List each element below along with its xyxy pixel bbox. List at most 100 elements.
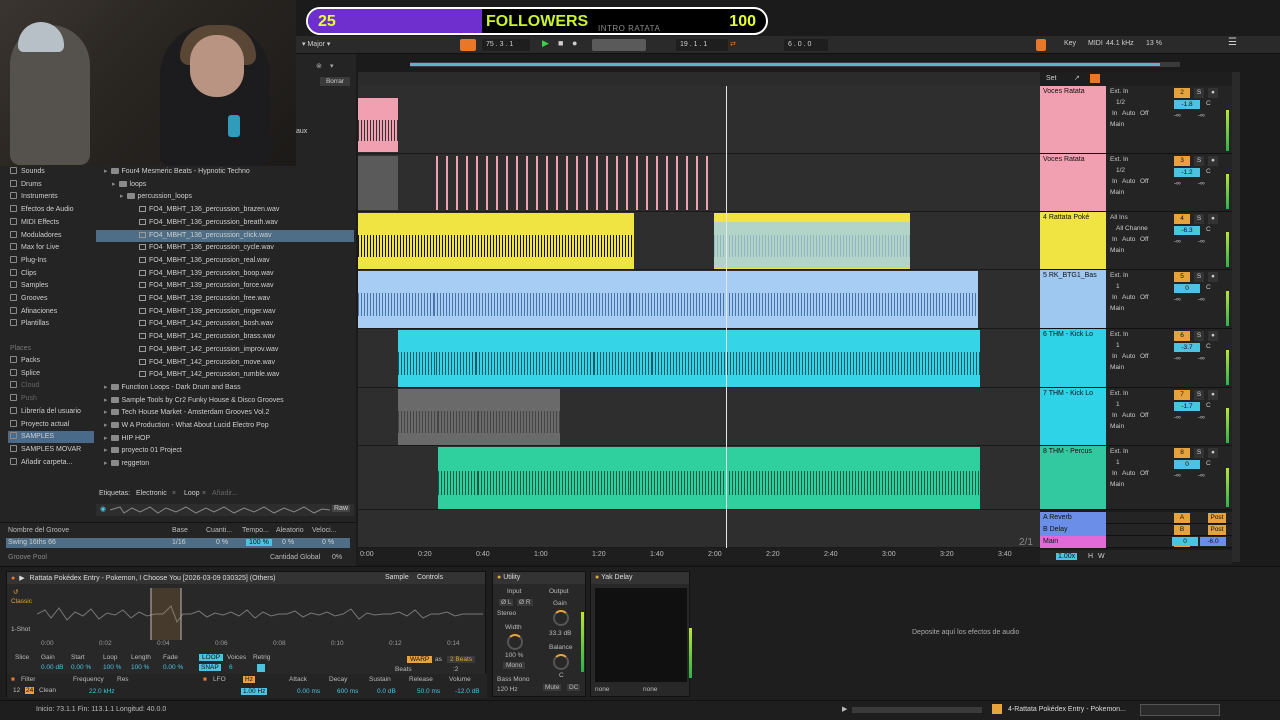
snap-toggle[interactable]: SNAP: [199, 664, 221, 671]
disclosure-icon[interactable]: ▸: [112, 181, 116, 188]
audio-clip[interactable]: THM - Percussion Loop 10 - 130 BPM: [654, 447, 980, 509]
place-item[interactable]: Push: [8, 393, 94, 405]
volume-value[interactable]: 0: [1174, 284, 1200, 293]
track-header[interactable]: 8 THM - Percus Ext. In 1 In Auto Off Main 8 S ● 0 C…: [1040, 446, 1232, 510]
track-activator[interactable]: 8: [1174, 448, 1190, 458]
category-item[interactable]: Grooves: [10, 293, 92, 305]
volume-value[interactable]: -6.3: [1174, 226, 1200, 235]
place-item[interactable]: Cloud: [8, 380, 94, 392]
beats-select[interactable]: 2 Beats: [447, 656, 476, 663]
midi-map-button[interactable]: MIDI: [1088, 40, 1103, 47]
file-item[interactable]: FO4_MBHT_139_percussion_force.wav: [96, 280, 354, 292]
voices-value[interactable]: 6: [229, 664, 233, 671]
solo-button[interactable]: S: [1194, 390, 1204, 400]
audio-clip[interactable]: THM - Percussion Loop 10 - 130 BPM: [478, 447, 630, 509]
file-item[interactable]: FO4_MBHT_142_percussion_bosh.wav: [96, 318, 354, 330]
output-routing[interactable]: Main: [1110, 364, 1124, 371]
volume-value[interactable]: -1.7: [1174, 402, 1200, 411]
track-name[interactable]: 6 THM - Kick Lo: [1040, 329, 1106, 387]
folder-item[interactable]: ▸ loops: [96, 179, 354, 191]
pan-value[interactable]: C: [1206, 402, 1211, 409]
folder-item[interactable]: ▸ Function Loops - Dark Drum and Bass: [96, 382, 354, 394]
post-toggle[interactable]: Post: [1208, 513, 1226, 523]
audio-clip[interactable]: THM - Kick Loop 19 - 130 BPM: [652, 330, 980, 387]
tag-loop[interactable]: Loop: [184, 490, 200, 497]
pan-value[interactable]: C: [1206, 226, 1211, 233]
input-type[interactable]: All Ins: [1110, 214, 1128, 221]
audio-clip[interactable]: THM: [630, 447, 654, 509]
audio-clip[interactable]: THM - Ki: [436, 330, 476, 387]
post-toggle[interactable]: Post: [1208, 525, 1226, 535]
file-item[interactable]: FO4_MBHT_136_percussion_real.wav: [96, 255, 354, 267]
classic-icon[interactable]: ↺: [13, 588, 18, 596]
track-name[interactable]: 7 THM - Kick Lo: [1040, 388, 1106, 445]
balance-knob[interactable]: [553, 654, 569, 670]
return-track-header[interactable]: Main1/20-6.0: [1040, 536, 1232, 548]
disclosure-icon[interactable]: ▸: [104, 422, 108, 429]
param-value[interactable]: 0.00 %: [71, 664, 91, 671]
audio-clip[interactable]: THM - Kick: [438, 389, 478, 445]
yak-option-1[interactable]: none: [595, 686, 609, 693]
groove-base[interactable]: 1/16: [172, 539, 186, 546]
track-activator[interactable]: 4: [1174, 214, 1190, 224]
send-a[interactable]: -∞: [1174, 296, 1181, 303]
track-lane[interactable]: [358, 510, 1040, 548]
solo-button[interactable]: S: [1194, 214, 1204, 224]
input-channel[interactable]: 1: [1116, 283, 1120, 290]
monitor-auto[interactable]: Auto: [1122, 470, 1135, 477]
send-b[interactable]: -∞: [1198, 180, 1205, 187]
disclosure-icon[interactable]: ▸: [104, 435, 108, 442]
main-level[interactable]: -6.0: [1200, 537, 1226, 546]
zoom-value[interactable]: 1.00x: [1056, 553, 1078, 560]
volume-value[interactable]: -12.0 dB: [455, 688, 480, 695]
volume-value[interactable]: -1.8: [1174, 100, 1200, 109]
record-button[interactable]: ●: [572, 38, 577, 48]
category-item[interactable]: Plantillas: [10, 318, 92, 330]
output-routing[interactable]: Main: [1110, 121, 1124, 128]
vertical-scrollbar[interactable]: [1232, 72, 1240, 562]
disclosure-icon[interactable]: ▸: [104, 447, 108, 454]
arm-button[interactable]: ●: [1208, 156, 1218, 166]
folder-item[interactable]: ▸ Sample Tools by Cr2 Funky House & Disco…: [96, 395, 354, 407]
file-item[interactable]: FO4_MBHT_142_percussion_rumble.wav: [96, 369, 354, 381]
return-activator[interactable]: B: [1174, 525, 1190, 535]
monitor-off[interactable]: Off: [1140, 178, 1149, 185]
volume-value[interactable]: 0: [1174, 460, 1200, 469]
send-b[interactable]: -∞: [1198, 238, 1205, 245]
solo-button[interactable]: S: [1194, 331, 1204, 341]
pan-value[interactable]: C: [1206, 168, 1211, 175]
frequency-value[interactable]: 22.0 kHz: [89, 688, 115, 695]
dc-button[interactable]: DC: [567, 684, 581, 691]
track-name[interactable]: 5 RK_BTG1_Bas: [1040, 270, 1106, 328]
automation-icon[interactable]: [1090, 74, 1100, 83]
folder-item[interactable]: ▸ Four4 Mesmeric Beats - Hypnotic Techno: [96, 166, 354, 178]
device-power-icon[interactable]: ●: [595, 574, 599, 581]
disclosure-icon[interactable]: ▸: [104, 409, 108, 416]
loop-switch-icon[interactable]: ⇄: [730, 40, 736, 48]
output-routing[interactable]: Main: [1110, 247, 1124, 254]
monitor-in[interactable]: In: [1112, 294, 1117, 301]
mute-button[interactable]: Mute: [543, 684, 562, 691]
track-activator[interactable]: 2: [1174, 88, 1190, 98]
track-activator[interactable]: 3: [1174, 156, 1190, 166]
arm-button[interactable]: ●: [1208, 214, 1218, 224]
tab-controls[interactable]: Controls: [417, 574, 443, 581]
monitor-auto[interactable]: Auto: [1122, 353, 1135, 360]
send-b[interactable]: -∞: [1198, 112, 1205, 119]
file-item[interactable]: FO4_MBHT_142_percussion_improv.wav: [96, 344, 354, 356]
return-name[interactable]: A Reverb: [1040, 512, 1106, 524]
monitor-off[interactable]: Off: [1140, 412, 1149, 419]
send-a[interactable]: -∞: [1174, 472, 1181, 479]
send-a[interactable]: -∞: [1174, 414, 1181, 421]
tab-sample[interactable]: Sample: [385, 574, 409, 581]
input-channel[interactable]: 1: [1116, 401, 1120, 408]
global-amount-value[interactable]: 0%: [332, 554, 342, 561]
category-item[interactable]: Afinaciones: [10, 306, 92, 318]
monitor-off[interactable]: Off: [1140, 470, 1149, 477]
input-channel[interactable]: 1/2: [1116, 99, 1125, 106]
audio-clip[interactable]: [358, 156, 398, 210]
send-a[interactable]: -∞: [1174, 238, 1181, 245]
send-a[interactable]: -∞: [1174, 355, 1181, 362]
track-header[interactable]: 5 RK_BTG1_Bas Ext. In 1 In Auto Off Main 5 S ● 0 C -…: [1040, 270, 1232, 329]
menu-icon[interactable]: ☰: [1228, 37, 1237, 48]
